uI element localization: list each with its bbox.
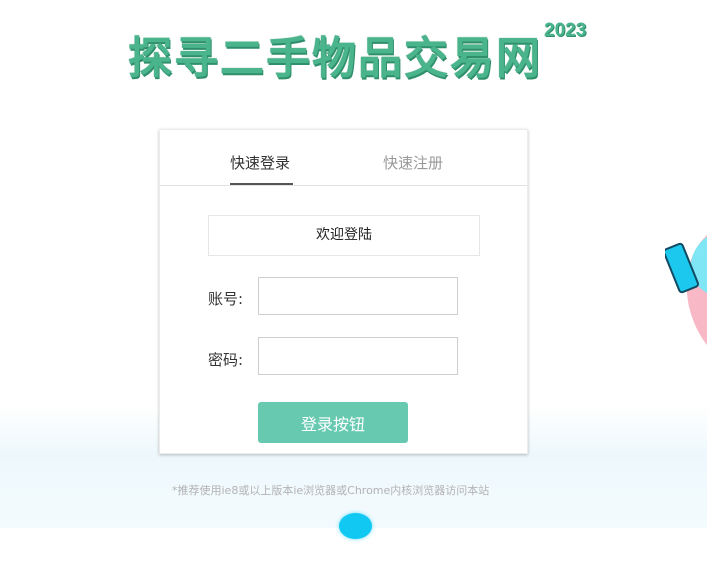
login-button[interactable]: 登录按钮 xyxy=(258,402,408,443)
browser-recommendation-tip: *推荐使用ie8或以上版本ie浏览器或Chrome内核浏览器访问本站 xyxy=(172,484,490,497)
tab-quick-register[interactable]: 快速注册 xyxy=(383,152,443,173)
password-input[interactable] xyxy=(258,337,458,375)
account-label: 账号: xyxy=(208,290,244,308)
login-tab-bar: 快速登录 快速注册 xyxy=(160,130,527,186)
account-input[interactable] xyxy=(258,277,458,315)
welcome-message: 欢迎登陆 xyxy=(208,215,480,256)
login-card: 快速登录 快速注册 欢迎登陆 账号: 密码: 登录按钮 xyxy=(159,129,528,454)
password-label: 密码: xyxy=(208,351,244,369)
site-title: 探寻二手物品交易网 xyxy=(128,33,542,84)
decorative-dot xyxy=(339,513,372,539)
site-year: 2023 xyxy=(544,20,587,41)
tab-quick-login[interactable]: 快速登录 xyxy=(230,152,290,173)
decorative-illustration xyxy=(665,235,707,345)
active-tab-underline xyxy=(230,183,293,185)
